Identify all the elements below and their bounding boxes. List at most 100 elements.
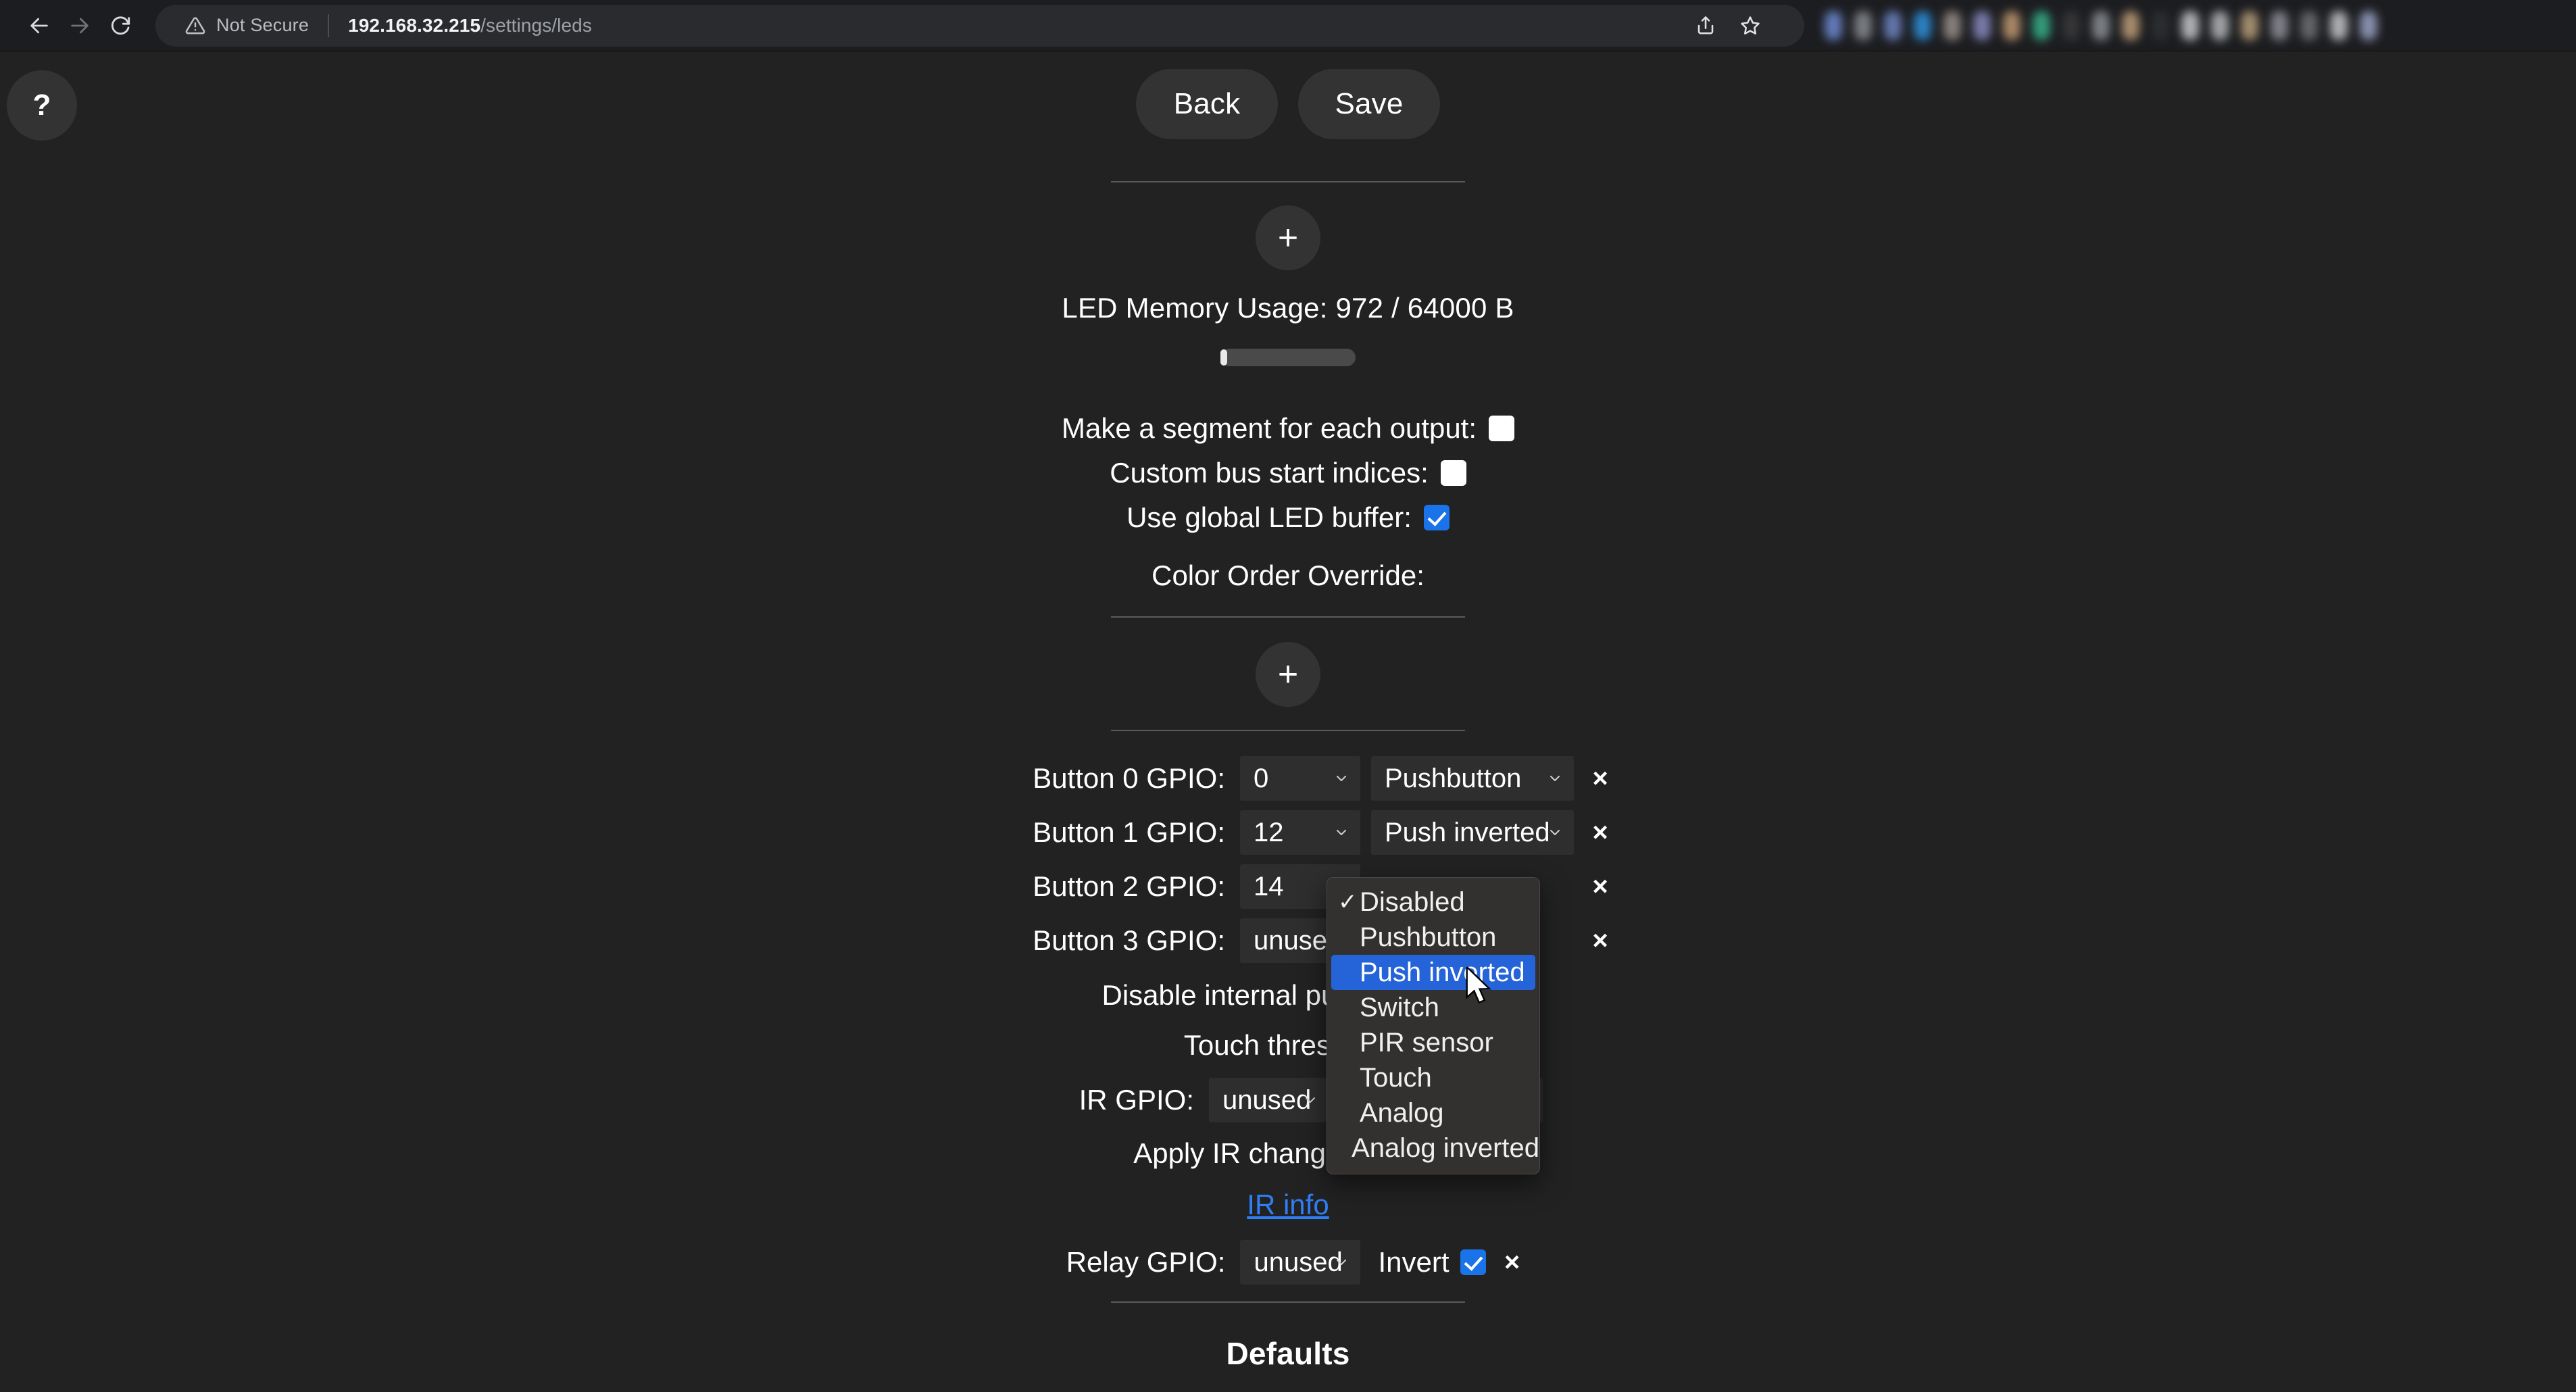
make-segment-each-output-label: Make a segment for each output: [1061, 412, 1477, 444]
extension-icon[interactable] [2211, 10, 2229, 41]
dropdown-option-analog[interactable]: Analog [1327, 1095, 1539, 1130]
chevron-down-icon [1547, 770, 1563, 787]
save-button[interactable]: Save [1298, 69, 1440, 139]
dropdown-option-analog-inverted[interactable]: Analog inverted [1327, 1130, 1539, 1166]
star-icon[interactable] [1731, 7, 1769, 45]
button-0-remove-icon[interactable]: × [1574, 765, 1627, 792]
button-1-type-value: Push inverted [1385, 817, 1550, 847]
button-1-remove-icon[interactable]: × [1574, 819, 1627, 846]
custom-bus-start-indices-label: Custom bus start indices: [1110, 457, 1429, 489]
extension-icon[interactable] [2360, 10, 2377, 41]
extension-icons[interactable] [1825, 10, 2377, 41]
make-segment-each-output-checkbox[interactable] [1489, 416, 1515, 441]
use-global-led-buffer-checkbox[interactable] [1423, 505, 1450, 530]
checkmark-icon: ✓ [1338, 889, 1358, 915]
ir-gpio-select[interactable]: unused [1209, 1078, 1329, 1122]
dropdown-option-label: Touch [1360, 1062, 1432, 1093]
relay-invert-checkbox[interactable] [1460, 1249, 1486, 1275]
back-icon[interactable] [19, 5, 59, 46]
button-3-row: Button 3 GPIO: unused Disabled × [0, 916, 2576, 965]
extension-icon[interactable] [2092, 10, 2110, 41]
button-0-row: Button 0 GPIO: 0 Pushbutton × [0, 754, 2576, 803]
dropdown-option-pir-sensor[interactable]: PIR sensor [1327, 1025, 1539, 1060]
omnibox-divider [328, 14, 330, 37]
dropdown-option-touch[interactable]: Touch [1327, 1060, 1539, 1095]
button-0-type-select[interactable]: Pushbutton [1371, 756, 1574, 801]
dropdown-option-label: Push inverted [1360, 957, 1525, 987]
make-segment-each-output-row[interactable]: Make a segment for each output: [0, 407, 2576, 450]
ir-gpio-row: IR GPIO: unused Re [0, 1076, 2576, 1124]
browser-toolbar: Not Secure 192.168.32.215/settings/leds [0, 0, 2576, 51]
add-led-bus-button[interactable]: + [1256, 205, 1320, 270]
back-button[interactable]: Back [1136, 69, 1278, 139]
extension-icon[interactable] [2062, 10, 2080, 41]
extension-icon[interactable] [1914, 10, 1931, 41]
extension-icon[interactable] [1854, 10, 1872, 41]
extension-icon[interactable] [1973, 10, 1991, 41]
button-1-type-select[interactable]: Push inverted [1371, 810, 1574, 855]
dropdown-option-label: Disabled [1360, 887, 1465, 917]
add-color-order-row: + [0, 642, 2576, 707]
custom-bus-start-indices-checkbox[interactable] [1440, 460, 1466, 486]
extension-icon[interactable] [1825, 10, 1842, 41]
ir-gpio-value: unused [1222, 1085, 1312, 1115]
page-action-bar: Back Save [0, 69, 2576, 139]
extension-icon[interactable] [2033, 10, 2050, 41]
url-path: /settings/leds [480, 14, 592, 36]
dropdown-option-push-inverted[interactable]: Push inverted [1331, 955, 1535, 990]
relay-invert-label: Invert [1378, 1246, 1450, 1278]
custom-bus-start-indices-row[interactable]: Custom bus start indices: [0, 451, 2576, 495]
defaults-section-title: Defaults [1226, 1336, 1350, 1371]
extension-icon[interactable] [2152, 10, 2169, 41]
extension-icon[interactable] [2003, 10, 2021, 41]
button-0-type-value: Pushbutton [1385, 763, 1522, 793]
button-2-row: Button 2 GPIO: 14 Disabled × [0, 862, 2576, 911]
dropdown-option-switch[interactable]: Switch [1327, 990, 1539, 1025]
wled-led-settings-page: ? Back Save + LED Memory Usage: 972 / 64… [0, 51, 2576, 1392]
url-host: 192.168.32.215 [348, 14, 481, 36]
led-memory-usage-bar [1220, 349, 1356, 366]
chevron-down-icon [1302, 1092, 1318, 1108]
relay-remove-icon[interactable]: × [1486, 1249, 1539, 1276]
ir-info-link[interactable]: IR info [1247, 1189, 1329, 1221]
extension-icon[interactable] [2241, 10, 2258, 41]
ir-info-row: IR info [0, 1181, 2576, 1228]
extension-icon[interactable] [2181, 10, 2199, 41]
button-0-gpio-value: 0 [1254, 763, 1269, 793]
use-global-led-buffer-label: Use global LED buffer: [1126, 501, 1412, 533]
security-status-label: Not Secure [216, 15, 309, 35]
button-type-dropdown-menu[interactable]: ✓ Disabled Pushbutton Push inverted Swit… [1327, 877, 1540, 1174]
forward-icon[interactable] [59, 5, 100, 46]
button-1-gpio-value: 12 [1254, 817, 1284, 847]
warning-triangle-icon [185, 16, 205, 36]
relay-gpio-row: Relay GPIO: unused Invert × [0, 1238, 2576, 1287]
button-3-gpio-label: Button 3 GPIO: [1033, 924, 1225, 956]
reload-icon[interactable] [100, 5, 141, 46]
share-icon[interactable] [1687, 7, 1725, 45]
button-1-row: Button 1 GPIO: 12 Push inverted × [0, 808, 2576, 857]
url-text: 192.168.32.215/settings/leds [348, 15, 592, 36]
dropdown-option-disabled[interactable]: ✓ Disabled [1327, 885, 1539, 920]
relay-gpio-label: Relay GPIO: [1066, 1246, 1226, 1278]
relay-gpio-value: unused [1254, 1247, 1343, 1277]
add-color-order-button[interactable]: + [1256, 642, 1320, 707]
button-3-remove-icon[interactable]: × [1574, 927, 1627, 954]
relay-gpio-select[interactable]: unused [1240, 1240, 1361, 1285]
button-1-gpio-select[interactable]: 12 [1240, 810, 1360, 855]
extension-icon[interactable] [2330, 10, 2348, 41]
dropdown-option-pushbutton[interactable]: Pushbutton [1327, 920, 1539, 955]
extension-icon[interactable] [2122, 10, 2139, 41]
extension-icon[interactable] [2300, 10, 2318, 41]
apply-ir-change-row: Apply IR change to main [0, 1130, 2576, 1177]
chevron-down-icon [1333, 770, 1349, 787]
use-global-led-buffer-row[interactable]: Use global LED buffer: [0, 496, 2576, 539]
button-2-remove-icon[interactable]: × [1574, 873, 1627, 900]
led-memory-usage-fill [1220, 349, 1227, 366]
omnibox-actions [1687, 7, 1775, 45]
extension-icon[interactable] [1943, 10, 1961, 41]
button-0-gpio-select[interactable]: 0 [1240, 756, 1360, 801]
address-bar[interactable]: Not Secure 192.168.32.215/settings/leds [155, 4, 1804, 47]
extension-icon[interactable] [1884, 10, 1902, 41]
extension-icon[interactable] [2271, 10, 2288, 41]
button-2-gpio-value: 14 [1254, 871, 1284, 901]
